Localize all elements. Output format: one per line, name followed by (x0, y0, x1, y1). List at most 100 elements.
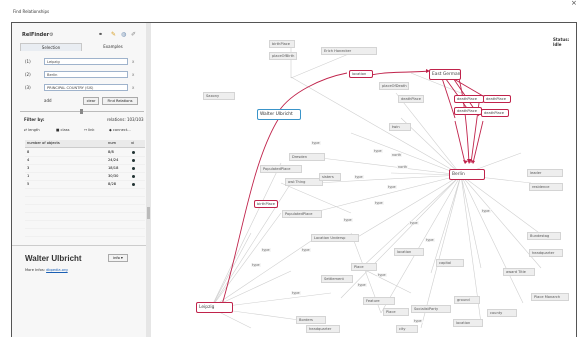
node-birthplace[interactable]: birthPlace (254, 200, 278, 208)
node-east-germany[interactable]: East Germany (429, 69, 461, 80)
node-leader[interactable]: leader (527, 169, 563, 177)
node-placeofbirth[interactable]: placeOfBirth (269, 52, 297, 60)
node-location-underspecified[interactable]: Location Undersp (311, 234, 359, 242)
object-input-3[interactable]: PRINCIPAL COUNTRY (SIS) (44, 84, 128, 91)
row-count: 8 (27, 150, 30, 154)
node-settlement[interactable]: Settlement (321, 275, 353, 283)
column-header-num: num (108, 141, 117, 145)
filter-tab-class[interactable]: ■ class (56, 126, 69, 134)
node-deathplace[interactable]: deathPlace (398, 95, 424, 103)
node-walter-ulbricht[interactable]: Walter Ulbricht (257, 109, 301, 120)
node-deathplace-4[interactable]: deathPlace (481, 109, 509, 117)
graph-canvas[interactable]: Status: Idle Leipzig Berlin Walter Ulbri… (151, 23, 576, 337)
row-count: 4 (27, 158, 30, 162)
person-name: Walter Ulbricht (25, 254, 82, 263)
table-row[interactable]: 3 18/18 (25, 165, 145, 173)
node-owl-thing[interactable]: owl:Thing (285, 178, 323, 186)
node-place-monarch[interactable]: Place Monarch (531, 293, 569, 301)
node-county[interactable]: county (487, 309, 517, 317)
table-row[interactable]: 8 8/8 (25, 149, 145, 157)
filter-tab-length[interactable]: ⇄ length (24, 126, 40, 134)
node-ground[interactable]: ground (454, 296, 480, 304)
node-placeofdeath[interactable]: placeOfDeath (379, 82, 409, 90)
dbpedia-link[interactable]: dbpedia.org (46, 268, 68, 272)
visible-dot[interactable] (132, 151, 135, 154)
info-button[interactable]: info ▾ (108, 254, 128, 262)
edge-label: type (261, 248, 271, 252)
slider-handle[interactable] (80, 109, 83, 114)
node-saxony[interactable]: Saxony (203, 92, 235, 100)
tab-selection[interactable]: Selection (20, 43, 82, 51)
node-bundestag[interactable]: Bundestag (527, 232, 561, 240)
tab-examples[interactable]: Examples (82, 43, 144, 51)
node-deathplace-2[interactable]: deathPlace (483, 95, 511, 103)
edge-label: type (377, 273, 387, 277)
node-place-2[interactable]: Place (383, 308, 409, 316)
node-city[interactable]: city (396, 325, 418, 333)
settings-icon[interactable]: ⚭ (98, 31, 103, 38)
node-birthplace-2[interactable]: birthPlace (269, 40, 295, 48)
filter-label: Filter by: (24, 117, 45, 122)
node-award-title[interactable]: award Title (503, 268, 535, 276)
table-row[interactable]: 1 30/30 (25, 173, 145, 181)
node-headquarter-city[interactable]: headquarter (529, 249, 563, 257)
node-city-location[interactable]: location (453, 319, 483, 327)
node-deathplace-1[interactable]: deathPlace (454, 95, 484, 103)
object-input-1[interactable]: Leipzig (44, 58, 128, 65)
table-row (25, 213, 145, 221)
node-leipzig[interactable]: Leipzig (196, 302, 233, 313)
visible-dot[interactable] (132, 183, 135, 186)
remove-icon-1[interactable]: x (132, 59, 134, 64)
visible-dot[interactable] (132, 167, 135, 170)
filter-tab-link[interactable]: ↔ link (84, 126, 95, 134)
close-icon[interactable]: × (571, 0, 577, 7)
input-number-3: (3) (25, 85, 31, 90)
node-headquarter[interactable]: headquarter (306, 325, 340, 333)
node-erich-honecker[interactable]: Erich Honecker (321, 47, 377, 55)
pencil-icon[interactable]: ✎ (111, 31, 116, 38)
globe-icon[interactable]: ◍ (121, 31, 126, 38)
visible-dot[interactable] (132, 175, 135, 178)
splitter-grip[interactable] (147, 207, 150, 219)
object-input-2[interactable]: Berlin (44, 71, 128, 78)
node-populatedplace-1[interactable]: PopulatedPlace (260, 165, 302, 173)
node-populatedplace-2[interactable]: PopulatedPlace (282, 210, 322, 218)
node-socialist-party[interactable]: SocialistParty (411, 305, 451, 313)
table-row[interactable]: 5 8/28 (25, 181, 145, 189)
title-bar: Find Relationships × (0, 0, 582, 22)
edge-label: type (343, 218, 353, 222)
add-button[interactable]: add (44, 98, 52, 103)
relations-count: relations: 103/103 (107, 117, 144, 122)
clear-button[interactable]: clear (83, 97, 99, 105)
node-place[interactable]: Place (351, 263, 377, 271)
node-twin[interactable]: twin (389, 123, 411, 131)
edge-label: type (374, 201, 384, 205)
node-borders[interactable]: Borders (296, 316, 326, 324)
row-value: 8/8 (108, 150, 114, 154)
panel-divider[interactable] (12, 245, 146, 246)
input-number-1: (1) (25, 59, 31, 64)
filter-tab-connect[interactable]: ◆ connect... (109, 126, 131, 134)
edge-label: type (373, 149, 383, 153)
node-dresden[interactable]: Dresden (289, 153, 325, 161)
node-feature[interactable]: Feature (363, 297, 395, 305)
visible-dot[interactable] (132, 159, 135, 162)
node-location[interactable]: location (349, 70, 373, 78)
edge-label: type (481, 209, 491, 213)
node-deathplace-3[interactable]: deathPlace (454, 107, 482, 115)
node-berlin[interactable]: Berlin (449, 169, 485, 180)
filter-tab-class-label: class (60, 128, 70, 132)
node-located-in[interactable]: location (394, 248, 424, 256)
node-capital[interactable]: capital (436, 259, 464, 267)
filter-tab-link-label: link (88, 128, 95, 132)
find-relations-button[interactable]: Find Relations (102, 97, 138, 105)
edge-label: north (391, 153, 403, 157)
table-row (25, 221, 145, 229)
remove-icon-2[interactable]: x (132, 72, 134, 77)
node-residence[interactable]: residence (529, 183, 563, 191)
relfinder-window: Find Relationships × RelFinder⚙ ⚭ ✎ ◍ ✐ … (0, 0, 582, 337)
node-sisters[interactable]: sisters (319, 173, 341, 181)
remove-icon-3[interactable]: x (132, 85, 134, 90)
table-row[interactable]: 4 24/24 (25, 157, 145, 165)
pin-icon[interactable]: ✐ (131, 31, 136, 38)
